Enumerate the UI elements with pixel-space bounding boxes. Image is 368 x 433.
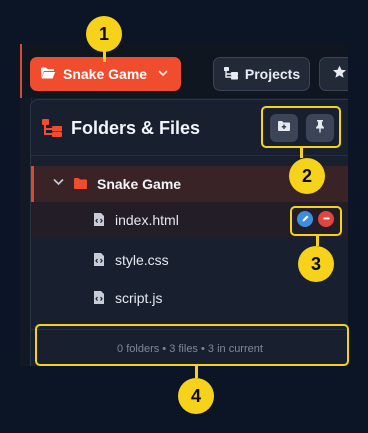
file-name: style.css <box>115 252 169 268</box>
folder-tree-icon <box>223 66 239 83</box>
code-file-icon <box>93 290 105 310</box>
annotation-highlight <box>261 106 341 148</box>
folder-icon <box>73 177 88 195</box>
file-name: index.html <box>115 212 179 228</box>
annotation-badge: 4 <box>178 378 214 414</box>
panel-title: Folders & Files <box>71 118 201 138</box>
annotation-connector <box>316 236 319 246</box>
annotation-highlight <box>290 206 342 236</box>
code-file-icon <box>93 252 105 272</box>
annotation-highlight <box>35 324 349 366</box>
folder-name: Snake Game <box>97 176 182 192</box>
annotation-connector <box>300 148 303 158</box>
annotation-badge: 2 <box>289 158 325 194</box>
favorites-button[interactable] <box>319 57 348 91</box>
file-row[interactable]: script.js <box>31 280 348 316</box>
projects-label: Projects <box>244 66 301 82</box>
folder-tree-icon <box>41 118 63 143</box>
annotation-badge: 1 <box>86 16 122 52</box>
projects-button[interactable]: Projects <box>213 57 310 91</box>
screenshot-stage: Snake Game Projects Folders & Files Snak… <box>0 0 368 433</box>
project-select-button[interactable]: Snake Game <box>30 57 181 91</box>
annotation-badge: 3 <box>298 246 334 282</box>
folder-open-icon <box>40 66 56 83</box>
toolbar-edge <box>20 44 22 98</box>
project-select-label: Snake Game <box>63 66 148 82</box>
star-icon <box>332 65 347 83</box>
file-name: script.js <box>115 290 163 306</box>
code-file-icon <box>93 212 105 232</box>
chevron-down-icon <box>158 69 168 80</box>
selected-accent <box>31 166 34 202</box>
annotation-connector <box>195 366 198 378</box>
chevron-down-icon[interactable] <box>53 177 64 189</box>
